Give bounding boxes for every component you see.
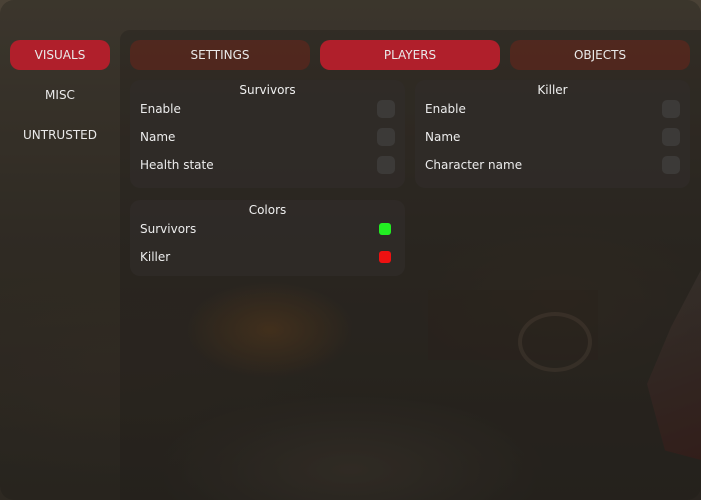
killer-enable-row: Enable <box>425 99 680 119</box>
killer-character-name-checkbox[interactable] <box>662 156 680 174</box>
panel-title: Survivors <box>239 83 296 97</box>
survivors-health-checkbox[interactable] <box>377 156 395 174</box>
survivors-panel: Survivors Enable Name Health state <box>130 80 405 188</box>
survivors-health-row: Health state <box>140 155 395 175</box>
row-label: Survivors <box>140 222 197 236</box>
row-label: Character name <box>425 158 523 172</box>
row-label: Name <box>425 130 461 144</box>
row-label: Enable <box>140 102 181 116</box>
tab-label: OBJECTS <box>573 48 627 62</box>
survivors-name-checkbox[interactable] <box>377 128 395 146</box>
killer-enable-checkbox[interactable] <box>662 100 680 118</box>
tab-players[interactable]: PLAYERS <box>320 40 500 70</box>
killer-name-row: Name <box>425 127 680 147</box>
row-label: Enable <box>425 102 466 116</box>
killer-name-checkbox[interactable] <box>662 128 680 146</box>
panel-title: Killer <box>537 83 568 97</box>
survivors-enable-checkbox[interactable] <box>377 100 395 118</box>
killer-color-swatch[interactable] <box>379 251 391 263</box>
sidebar-item-untrusted[interactable]: UNTRUSTED <box>10 120 110 150</box>
sidebar-item-label: VISUALS <box>34 48 86 62</box>
panel-title: Colors <box>248 203 287 217</box>
sidebar: VISUALS MISC UNTRUSTED <box>0 0 120 500</box>
tab-label: PLAYERS <box>383 48 437 62</box>
sidebar-item-misc[interactable]: MISC <box>10 80 110 110</box>
survivors-name-row: Name <box>140 127 395 147</box>
colors-panel: Colors Survivors Killer <box>130 200 405 276</box>
sidebar-item-label: UNTRUSTED <box>23 128 97 142</box>
survivors-enable-row: Enable <box>140 99 395 119</box>
tab-label: SETTINGS <box>190 48 250 62</box>
row-label: Name <box>140 130 176 144</box>
killer-panel: Killer Enable Name Character name <box>415 80 690 188</box>
sidebar-item-label: MISC <box>45 88 75 102</box>
killer-color-row: Killer <box>140 247 395 267</box>
tab-settings[interactable]: SETTINGS <box>130 40 310 70</box>
survivors-color-swatch[interactable] <box>379 223 391 235</box>
tab-objects[interactable]: OBJECTS <box>510 40 690 70</box>
sidebar-item-visuals[interactable]: VISUALS <box>10 40 110 70</box>
survivors-color-row: Survivors <box>140 219 395 239</box>
killer-character-name-row: Character name <box>425 155 680 175</box>
row-label: Killer <box>140 250 171 264</box>
row-label: Health state <box>140 158 214 172</box>
